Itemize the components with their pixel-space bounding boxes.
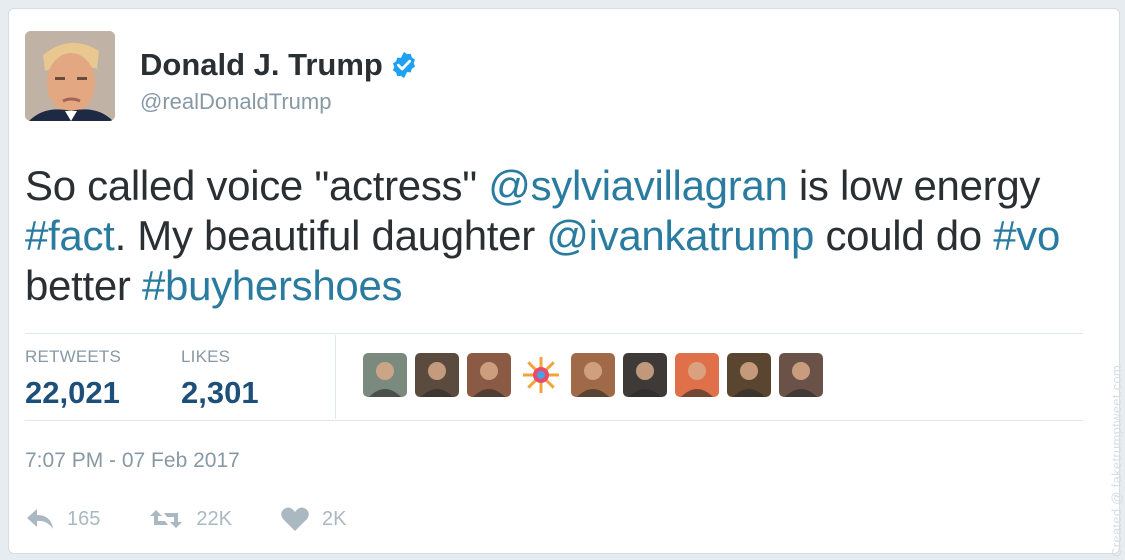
tweet-text-segment: could do xyxy=(814,212,994,259)
tweet-actions: 165 22K 2K xyxy=(25,506,394,532)
likes-value: 2,301 xyxy=(181,375,259,410)
profile-photo-icon xyxy=(25,31,115,121)
user-handle[interactable]: @realDonaldTrump xyxy=(140,89,331,115)
tweet-text-segment: is low energy xyxy=(787,162,1041,209)
retweet-count: 22K xyxy=(196,507,232,530)
retweets-stat[interactable]: RETWEETS 22,021 xyxy=(25,347,121,411)
display-name-text: Donald J. Trump xyxy=(140,47,383,82)
reply-action[interactable]: 165 xyxy=(25,507,100,531)
hashtag-link[interactable]: #fact xyxy=(25,212,115,259)
hashtag-link[interactable]: #vo xyxy=(993,212,1060,259)
liker-avatar-icon[interactable] xyxy=(571,353,615,397)
verified-badge-icon xyxy=(392,51,415,79)
hashtag-link[interactable]: #buyhershoes xyxy=(142,262,403,309)
like-action[interactable]: 2K xyxy=(280,506,346,532)
mention-link[interactable]: @ivankatrump xyxy=(546,212,814,259)
liker-avatars xyxy=(363,353,823,397)
mention-link[interactable]: @sylviavillagran xyxy=(488,162,788,209)
stats-separator xyxy=(335,335,336,419)
retweet-icon xyxy=(150,510,183,528)
retweets-value: 22,021 xyxy=(25,375,120,410)
tweet-text: So called voice "actress" @sylviavillagr… xyxy=(25,161,1085,311)
display-name[interactable]: Donald J. Trump xyxy=(140,47,419,83)
reply-icon xyxy=(27,509,53,529)
retweet-action[interactable]: 22K xyxy=(148,507,232,531)
likes-stat[interactable]: LIKES 2,301 xyxy=(181,347,259,411)
likes-label: LIKES xyxy=(181,347,231,366)
tweet-text-segment: . My beautiful daughter xyxy=(114,212,547,259)
liker-avatar-icon[interactable] xyxy=(467,353,511,397)
reply-count: 165 xyxy=(67,507,101,530)
heart-icon xyxy=(281,507,309,531)
watermark: Created @ faketrumptweet.com xyxy=(1109,364,1124,557)
liker-avatar-icon[interactable] xyxy=(727,353,771,397)
tweet-timestamp[interactable]: 7:07 PM - 07 Feb 2017 xyxy=(25,449,240,473)
divider-bottom xyxy=(25,420,1083,421)
tweet-text-segment: So called voice "actress" xyxy=(25,162,489,209)
liker-avatar-icon[interactable] xyxy=(363,353,407,397)
like-count: 2K xyxy=(321,507,347,530)
liker-avatar-icon[interactable] xyxy=(675,353,719,397)
profile-avatar[interactable] xyxy=(25,31,115,121)
liker-avatar-icon[interactable] xyxy=(415,353,459,397)
liker-avatar-icon[interactable] xyxy=(779,353,823,397)
retweets-label: RETWEETS xyxy=(25,347,122,366)
sun-avatar-icon[interactable] xyxy=(519,353,563,397)
divider-top xyxy=(25,333,1083,334)
tweet-text-segment: better xyxy=(25,262,142,309)
liker-avatar-icon[interactable] xyxy=(623,353,667,397)
tweet-card: Donald J. Trump @realDonaldTrump So call… xyxy=(8,8,1124,557)
